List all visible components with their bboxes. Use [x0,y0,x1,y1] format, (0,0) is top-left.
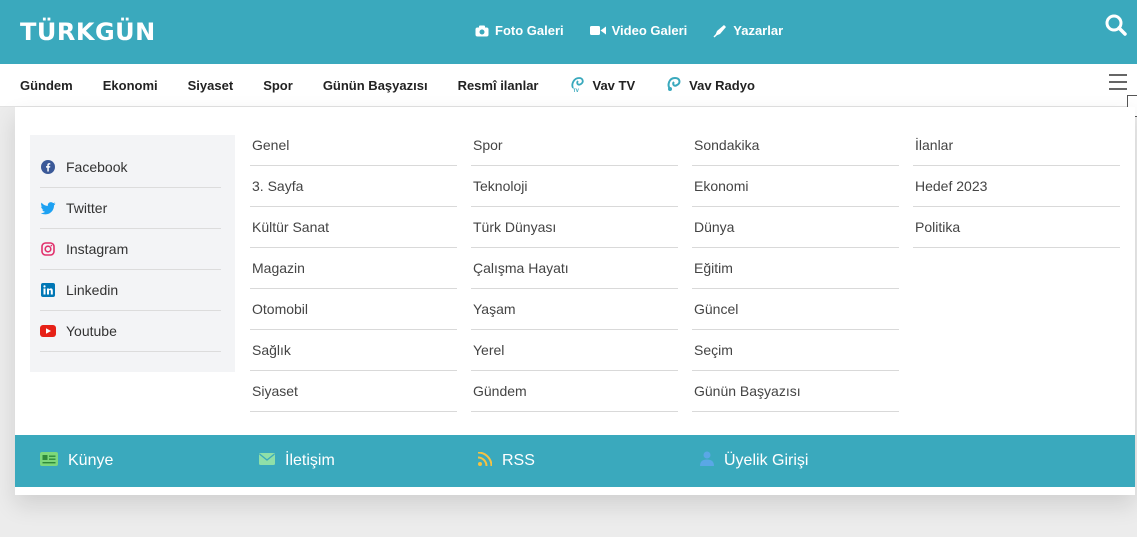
social-youtube[interactable]: Youtube [40,311,221,352]
menu-item[interactable]: Magazin [250,248,457,289]
menu-column-2: Spor Teknoloji Türk Dünyası Çalışma Haya… [471,125,678,412]
category-bar: Gündem Ekonomi Siyaset Spor Günün Başyaz… [0,64,1137,107]
id-card-icon [40,451,58,471]
social-links: Facebook Twitter Instagram Linkedin Yout… [30,135,235,372]
envelope-icon [259,452,275,470]
menu-footer: Künye İletişim RSS Üyelik Girişi [15,435,1135,487]
kunye-link[interactable]: Künye [40,435,113,487]
category-resmi-ilanlar[interactable]: Resmî ilanlar [458,78,539,93]
menu-item[interactable]: Günün Başyazısı [692,371,899,412]
rss-label: RSS [502,452,535,469]
social-instagram-label: Instagram [66,241,129,257]
linkedin-icon [40,282,56,298]
video-galeri-label: Video Galeri [611,23,688,38]
social-youtube-label: Youtube [66,323,117,339]
menu-item[interactable]: Sondakika [692,125,899,166]
category-nav: Gündem Ekonomi Siyaset Spor Günün Başyaz… [20,64,785,107]
menu-item[interactable]: Eğitim [692,248,899,289]
pen-icon [713,24,727,38]
youtube-icon [40,323,56,339]
twitter-icon [40,200,56,216]
menu-item[interactable]: Politika [913,207,1120,248]
menu-icon[interactable] [1109,74,1127,92]
social-linkedin[interactable]: Linkedin [40,270,221,311]
video-icon [589,25,606,36]
facebook-icon [40,159,56,175]
top-header: TÜRKGÜN Foto Galeri Video Galeri Yazarla… [0,0,1137,64]
menu-item[interactable]: Seçim [692,330,899,371]
iletisim-link[interactable]: İletişim [259,435,335,487]
menu-column-4: İlanlar Hedef 2023 Politika [913,125,1120,248]
yazarlar-label: Yazarlar [733,23,784,38]
category-gundem[interactable]: Gündem [20,78,73,93]
menu-item[interactable]: 3. Sayfa [250,166,457,207]
foto-galeri-link[interactable]: Foto Galeri [475,23,564,38]
menu-item[interactable]: Teknoloji [471,166,678,207]
menu-item[interactable]: Ekonomi [692,166,899,207]
menu-item[interactable]: Kültür Sanat [250,207,457,248]
social-linkedin-label: Linkedin [66,282,119,298]
mega-menu-panel: Facebook Twitter Instagram Linkedin Yout… [15,107,1135,495]
search-icon[interactable] [1103,12,1129,38]
yazarlar-link[interactable]: Yazarlar [713,23,783,38]
foto-galeri-label: Foto Galeri [495,23,564,38]
site-logo[interactable]: TÜRKGÜN [20,18,156,46]
category-vav-radyo[interactable]: Vav Radyo [665,75,755,96]
user-icon [700,451,714,471]
menu-item[interactable]: Siyaset [250,371,457,412]
top-nav: Foto Galeri Video Galeri Yazarlar [475,23,783,38]
video-galeri-link[interactable]: Video Galeri [589,23,688,38]
category-gunun-basyazisi[interactable]: Günün Başyazısı [323,78,428,93]
menu-item[interactable]: Sağlık [250,330,457,371]
svg-text:TV: TV [573,88,580,93]
menu-item[interactable]: Genel [250,125,457,166]
kunye-label: Künye [68,452,114,469]
menu-item[interactable]: Türk Dünyası [471,207,678,248]
menu-item[interactable]: Yaşam [471,289,678,330]
vav-radyo-icon [665,75,683,96]
social-facebook[interactable]: Facebook [40,147,221,188]
category-spor[interactable]: Spor [263,78,293,93]
menu-column-3: Sondakika Ekonomi Dünya Eğitim Güncel Se… [692,125,899,412]
menu-item[interactable]: Yerel [471,330,678,371]
uyelik-girisi-label: Üyelik Girişi [724,452,809,469]
menu-item[interactable]: Spor [471,125,678,166]
menu-column-1: Genel 3. Sayfa Kültür Sanat Magazin Otom… [250,125,457,412]
menu-item[interactable]: Gündem [471,371,678,412]
instagram-icon [40,241,56,257]
social-facebook-label: Facebook [66,159,128,175]
menu-item[interactable]: Otomobil [250,289,457,330]
category-vav-tv[interactable]: TV Vav TV [569,75,636,96]
vav-radyo-label: Vav Radyo [689,78,755,93]
rss-link[interactable]: RSS [477,435,535,487]
menu-item[interactable]: Güncel [692,289,899,330]
category-ekonomi[interactable]: Ekonomi [103,78,158,93]
social-instagram[interactable]: Instagram [40,229,221,270]
vav-tv-label: Vav TV [592,78,636,93]
menu-item[interactable]: Dünya [692,207,899,248]
menu-item[interactable]: Hedef 2023 [913,166,1120,207]
camera-icon [475,25,489,37]
iletisim-label: İletişim [285,452,335,469]
vav-tv-icon: TV [569,75,587,96]
menu-item[interactable]: Çalışma Hayatı [471,248,678,289]
category-siyaset[interactable]: Siyaset [188,78,234,93]
social-twitter-label: Twitter [66,200,108,216]
rss-icon [477,451,493,471]
menu-item[interactable]: İlanlar [913,125,1120,166]
uyelik-girisi-link[interactable]: Üyelik Girişi [700,435,808,487]
social-twitter[interactable]: Twitter [40,188,221,229]
